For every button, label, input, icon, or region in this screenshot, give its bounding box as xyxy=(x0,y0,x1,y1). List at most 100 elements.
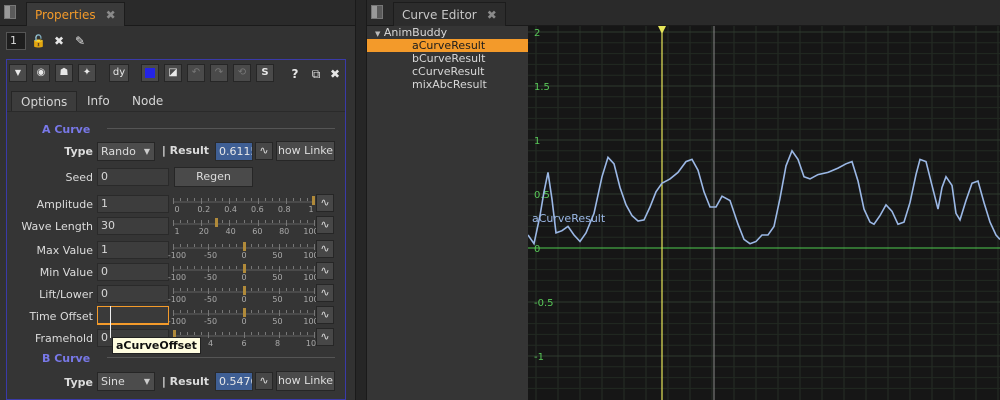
tree-item-mixAbcResult[interactable]: mixAbcResult xyxy=(367,78,528,91)
node-color-icon[interactable] xyxy=(141,64,159,82)
y-axis-label: 2 xyxy=(534,28,540,39)
slider-tick xyxy=(250,244,252,247)
tab-curve-editor-label: Curve Editor xyxy=(402,8,477,22)
pencil-icon[interactable]: ✎ xyxy=(73,34,87,48)
pane-menu-icon[interactable] xyxy=(4,5,16,19)
center-node-icon[interactable]: ◉ xyxy=(32,64,50,82)
clear-panels-icon[interactable]: ✖ xyxy=(52,34,66,48)
curve-icon[interactable]: ∿ xyxy=(316,216,334,234)
pane-menu-icon[interactable] xyxy=(371,5,383,19)
slider-tick xyxy=(173,310,174,316)
slider-tick xyxy=(215,332,217,335)
curve-icon[interactable]: ∿ xyxy=(316,306,334,324)
undo-icon[interactable]: ↶ xyxy=(187,64,205,82)
slider-tick xyxy=(250,288,252,291)
slider-thumb[interactable] xyxy=(312,196,315,205)
slider-tick-label: 80 xyxy=(279,227,290,236)
dy-button[interactable]: dy xyxy=(109,64,129,82)
row-value-field[interactable]: 1 xyxy=(97,195,169,213)
close-node-icon[interactable]: ✖ xyxy=(328,67,342,81)
a-result-label: | Result xyxy=(161,144,209,157)
collapse-icon[interactable]: ▼ xyxy=(9,64,27,82)
wrench-icon[interactable]: ✦ xyxy=(78,64,96,82)
slider-tick xyxy=(250,198,252,201)
default-color-icon[interactable]: ◪ xyxy=(164,64,182,82)
properties-tabbar: Properties ✖ xyxy=(0,0,362,26)
tree-item-bCurveResult[interactable]: bCurveResult xyxy=(367,52,528,65)
regen-button[interactable]: Regen xyxy=(174,167,253,187)
tree-item-aCurveResult[interactable]: aCurveResult xyxy=(367,39,528,52)
a-show-linked-button[interactable]: how Linke xyxy=(276,141,335,161)
b-show-linked-button[interactable]: how Linke xyxy=(276,371,335,391)
redo-icon[interactable]: ↷ xyxy=(210,64,228,82)
tab-properties[interactable]: Properties ✖ xyxy=(26,2,125,26)
close-icon[interactable]: ✖ xyxy=(487,8,497,22)
row-value-field[interactable]: 0 xyxy=(97,263,169,281)
curve-icon[interactable]: ∿ xyxy=(316,262,334,280)
row-value-field[interactable]: 1 xyxy=(97,241,169,259)
slider-tick xyxy=(250,220,252,223)
seed-field[interactable]: 0 xyxy=(97,168,169,186)
node-bug-icon[interactable]: ☗ xyxy=(55,64,73,82)
slider-tick xyxy=(194,266,196,269)
curve-icon[interactable]: ∿ xyxy=(255,372,273,390)
row-slider[interactable]: -100 -50 0 50 100 xyxy=(168,305,319,327)
slider-thumb[interactable] xyxy=(242,242,246,251)
slider-tick-label: 6 xyxy=(241,339,247,348)
float-icon[interactable]: ⧉ xyxy=(309,67,323,81)
row-value-field[interactable]: 0 xyxy=(97,285,169,303)
help-icon[interactable]: ? xyxy=(288,67,302,81)
tab-node[interactable]: Node xyxy=(123,91,172,111)
row-slider[interactable]: -100 -50 0 50 100 xyxy=(168,261,319,283)
slider-thumb[interactable] xyxy=(242,264,246,273)
lock-icon[interactable]: 🔓 xyxy=(31,34,46,48)
slider-thumb[interactable] xyxy=(214,218,218,227)
slider-thumb[interactable] xyxy=(242,308,246,317)
slider-tick xyxy=(306,310,308,313)
tree-item-cCurveResult[interactable]: cCurveResult xyxy=(367,65,528,78)
row-slider[interactable]: 0 0.2 0.4 0.6 0.8 1 xyxy=(173,193,315,215)
script-button[interactable]: S xyxy=(256,64,274,82)
max-panels-field[interactable]: 1 xyxy=(6,32,26,50)
slider-tick xyxy=(250,266,252,269)
slider-tick xyxy=(180,244,182,247)
close-icon[interactable]: ✖ xyxy=(106,8,116,22)
tree-root[interactable]: ▼ AnimBuddy xyxy=(367,26,528,39)
slider-tick xyxy=(250,332,252,335)
a-type-label: Type xyxy=(64,145,93,158)
slider-tick-label: -100 xyxy=(167,295,187,304)
tab-curve-editor[interactable]: Curve Editor ✖ xyxy=(393,2,506,26)
curve-graph-svg[interactable]: 21.510.50-0.5-1aCurveResult xyxy=(528,26,1000,400)
curve-icon[interactable]: ∿ xyxy=(316,328,334,346)
curve-icon[interactable]: ∿ xyxy=(316,194,334,212)
curve-icon[interactable]: ∿ xyxy=(316,284,334,302)
b-curve-divider xyxy=(107,357,335,358)
slider-tick xyxy=(215,266,217,269)
revert-icon[interactable]: ⟲ xyxy=(233,64,251,82)
slider-track xyxy=(173,223,315,225)
b-type-label: Type xyxy=(64,376,93,389)
slider-tick-label: 60 xyxy=(252,227,263,236)
slider-tick xyxy=(201,244,203,247)
slider-thumb[interactable] xyxy=(242,286,246,295)
panel-splitter[interactable] xyxy=(355,0,367,400)
row-label: Amplitude xyxy=(36,198,93,211)
curve-icon[interactable]: ∿ xyxy=(255,142,273,160)
slider-tick xyxy=(299,198,301,201)
row-slider[interactable]: -100 -50 0 50 100 xyxy=(168,283,319,305)
curve-icon[interactable]: ∿ xyxy=(316,240,334,258)
slider-tick xyxy=(201,266,203,269)
curve-graph[interactable]: 2 1.5 1 0.5 0 -0.5 -1 aCurveResult xyxy=(528,26,1000,400)
row-slider[interactable]: 1 20 40 60 80 100 xyxy=(173,215,319,237)
tab-info[interactable]: Info xyxy=(78,91,119,111)
slider-tick xyxy=(215,288,217,291)
slider-tick-label: -100 xyxy=(167,273,187,282)
slider-tick-label: -50 xyxy=(203,273,218,282)
b-result-field[interactable]: 0.5476 xyxy=(215,372,253,391)
tab-divider xyxy=(7,111,345,112)
tab-options[interactable]: Options xyxy=(11,91,78,111)
slider-tick xyxy=(264,220,266,223)
a-result-field[interactable]: 0.6115 xyxy=(215,142,253,161)
row-slider[interactable]: -100 -50 0 50 100 xyxy=(168,239,319,261)
row-value-field[interactable]: 30 xyxy=(97,217,169,235)
